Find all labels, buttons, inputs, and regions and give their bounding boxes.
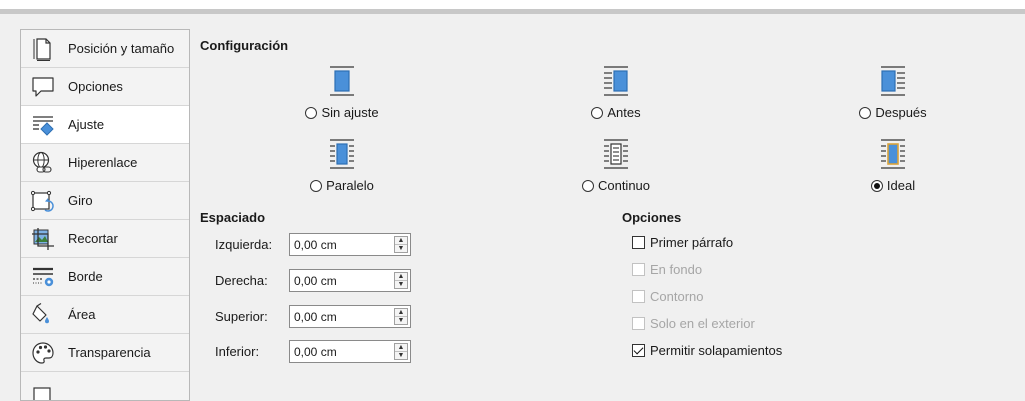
sidebar-item-label: Giro	[68, 193, 93, 208]
ideal-radio[interactable]	[870, 179, 883, 192]
wrap-icon	[30, 113, 56, 137]
spin-down-icon[interactable]: ▼	[395, 281, 407, 288]
continuo-radio[interactable]	[581, 179, 594, 192]
sidebar-item-borde[interactable]: Borde	[21, 258, 189, 296]
spin-down-icon[interactable]: ▼	[395, 317, 407, 324]
sidebar-item-label: Opciones	[68, 79, 123, 94]
paralelo-label: Paralelo	[326, 178, 374, 193]
opciones-heading: Opciones	[622, 210, 682, 225]
superior-label: Superior:	[215, 309, 268, 324]
solo-exterior-option[interactable]: Solo en el exterior	[632, 316, 755, 331]
palette-icon	[30, 341, 56, 365]
paralelo-radio[interactable]	[310, 179, 323, 192]
sidebar-item-area[interactable]: Área	[21, 296, 189, 334]
inferior-spin-buttons[interactable]: ▲ ▼	[394, 343, 408, 360]
sidebar-item-label: Posición y tamaño	[68, 41, 175, 56]
superior-spinbox[interactable]: ▲▼	[289, 305, 411, 328]
sidebar-item-posicion-tamano[interactable]: Posición y tamaño	[21, 30, 189, 68]
ideal-label: Ideal	[886, 178, 916, 193]
despues-label: Después	[875, 105, 927, 120]
sidebar-item-label: Ajuste	[68, 117, 105, 132]
sidebar-item-label: Borde	[68, 269, 103, 284]
window-top-bar	[0, 0, 1025, 14]
antes-radio[interactable]	[591, 106, 604, 119]
solo-exterior-label: Solo en el exterior	[650, 316, 755, 331]
sin-ajuste-label: Sin ajuste	[321, 105, 379, 120]
contorno-checkbox[interactable]	[632, 290, 645, 303]
wrap-option-antes[interactable]: Antes	[556, 66, 676, 126]
primer-parrafo-label: Primer párrafo	[650, 235, 734, 250]
sidebar-item-label: Hiperenlace	[68, 155, 138, 170]
contorno-label: Contorno	[650, 289, 704, 304]
antes-label: Antes	[607, 105, 641, 120]
sidebar-item-label: Área	[68, 307, 96, 322]
spin-up-icon[interactable]: ▲	[395, 237, 407, 245]
continuo-label: Continuo	[597, 178, 651, 193]
izquierda-label: Izquierda:	[215, 237, 273, 252]
inferior-input[interactable]	[290, 341, 394, 362]
sidebar-item-recortar[interactable]: Recortar	[21, 220, 189, 258]
superior-input[interactable]	[290, 306, 394, 327]
sidebar-item-opciones[interactable]: Opciones	[21, 68, 189, 106]
spin-up-icon[interactable]: ▲	[395, 309, 407, 317]
position-size-icon	[30, 37, 56, 61]
spin-down-icon[interactable]: ▼	[395, 352, 407, 359]
sidebar-item-transparencia[interactable]: Transparencia	[21, 334, 189, 372]
inferior-label: Inferior:	[215, 344, 260, 359]
en-fondo-label: En fondo	[650, 262, 703, 277]
primer-parrafo-checkbox[interactable]	[632, 236, 645, 249]
category-sidebar: Posición y tamaño Opciones Ajuste Hipere…	[20, 29, 190, 401]
permitir-solapamientos-checkbox[interactable]	[632, 344, 645, 357]
permitir-solapamientos-label: Permitir solapamientos	[650, 343, 783, 358]
wrap-option-ideal[interactable]: Ideal	[833, 139, 953, 199]
partial-icon	[30, 379, 56, 400]
sidebar-item-label: Transparencia	[68, 345, 151, 360]
permitir-solapamientos-option[interactable]: Permitir solapamientos	[632, 343, 782, 358]
sidebar-item-label: Recortar	[68, 231, 118, 246]
derecha-label: Derecha:	[215, 273, 268, 288]
spin-down-icon[interactable]: ▼	[395, 245, 407, 252]
sidebar-item-hiperenlace[interactable]: Hiperenlace	[21, 144, 189, 182]
inferior-spinbox[interactable]: ▲▼	[289, 340, 411, 363]
superior-spin-buttons[interactable]: ▲ ▼	[394, 308, 408, 325]
en-fondo-checkbox[interactable]	[632, 263, 645, 276]
hyperlink-globe-icon	[30, 151, 56, 175]
derecha-input[interactable]	[290, 270, 394, 291]
primer-parrafo-option[interactable]: Primer párrafo	[632, 235, 733, 250]
espaciado-heading: Espaciado	[200, 210, 266, 225]
wrap-option-paralelo[interactable]: Paralelo	[282, 139, 402, 199]
spin-up-icon[interactable]: ▲	[395, 273, 407, 281]
wrap-option-despues[interactable]: Después	[833, 66, 953, 126]
speech-bubble-icon	[30, 75, 56, 99]
en-fondo-option[interactable]: En fondo	[632, 262, 702, 277]
wrap-through-icon	[604, 139, 628, 169]
derecha-spin-buttons[interactable]: ▲ ▼	[394, 272, 408, 289]
solo-exterior-checkbox[interactable]	[632, 317, 645, 330]
sidebar-item-ajuste[interactable]: Ajuste	[21, 106, 189, 144]
wrap-after-icon	[881, 66, 905, 96]
crop-icon	[30, 227, 56, 251]
derecha-spinbox[interactable]: ▲▼	[289, 269, 411, 292]
izquierda-spinbox[interactable]: ▲▼	[289, 233, 411, 256]
wrap-before-icon	[604, 66, 628, 96]
sidebar-item-partial[interactable]	[21, 372, 189, 400]
area-fill-icon	[30, 302, 56, 327]
wrap-option-continuo[interactable]: Continuo	[556, 139, 676, 199]
wrap-parallel-icon	[330, 139, 354, 169]
rotate-icon	[30, 189, 56, 213]
izquierda-spin-buttons[interactable]: ▲ ▼	[394, 236, 408, 253]
despues-radio[interactable]	[859, 106, 872, 119]
contorno-option[interactable]: Contorno	[632, 289, 703, 304]
border-icon	[30, 265, 56, 289]
spin-up-icon[interactable]: ▲	[395, 344, 407, 352]
wrap-none-icon	[330, 66, 354, 96]
configuracion-heading: Configuración	[200, 38, 289, 53]
sidebar-item-giro[interactable]: Giro	[21, 182, 189, 220]
wrap-option-sin-ajuste[interactable]: Sin ajuste	[282, 66, 402, 126]
izquierda-input[interactable]	[290, 234, 394, 255]
wrap-ideal-icon	[881, 139, 905, 169]
sin-ajuste-radio[interactable]	[305, 106, 318, 119]
